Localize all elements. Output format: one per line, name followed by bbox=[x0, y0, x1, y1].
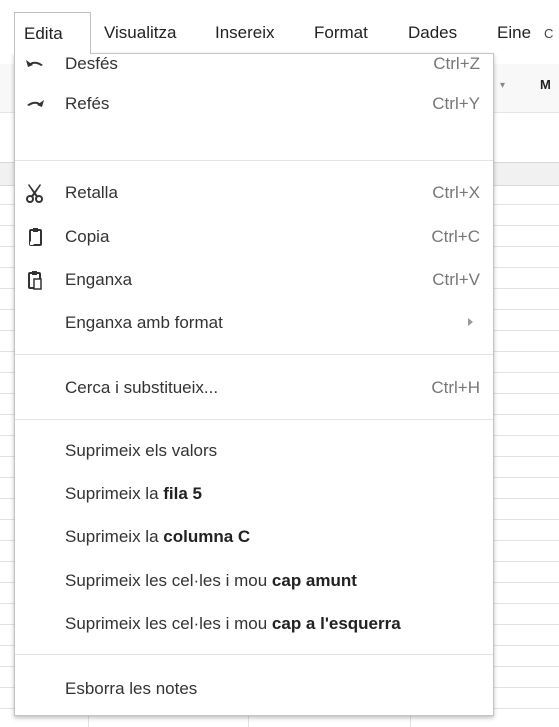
delete-cells-left-label: Suprimeix les cel·les i mou cap a l'esqu… bbox=[65, 604, 401, 644]
cut-shortcut: Ctrl+X bbox=[432, 183, 480, 202]
scissors-icon bbox=[23, 181, 47, 205]
menu-item-delete-row[interactable]: Suprimeix la fila 5 bbox=[15, 474, 493, 514]
undo-icon bbox=[23, 52, 47, 76]
find-replace-label: Cerca i substitueix... bbox=[65, 378, 219, 397]
redo-icon bbox=[23, 92, 47, 116]
menu-item-paste-with-format[interactable]: Enganxa amb format bbox=[15, 303, 493, 343]
delete-column-target: columna C bbox=[163, 527, 251, 546]
menu-eines-label: Eine bbox=[497, 23, 532, 42]
delete-column-prefix: Suprimeix la bbox=[65, 527, 164, 546]
menu-divider bbox=[15, 160, 493, 161]
paste-with-format-label: Enganxa amb format bbox=[65, 313, 223, 332]
menu-insereix-label: Insereix bbox=[215, 23, 275, 42]
menu-item-delete-cells-shift-left[interactable]: Suprimeix les cel·les i mou cap a l'esqu… bbox=[15, 604, 493, 644]
menu-visualitza-label: Visualitza bbox=[104, 23, 177, 42]
delete-row-prefix: Suprimeix la bbox=[65, 484, 164, 503]
toolbar-partial-label[interactable]: M bbox=[540, 77, 551, 92]
delete-cells-up-prefix: Suprimeix les cel·les i mou bbox=[65, 571, 272, 590]
paste-icon bbox=[23, 268, 47, 292]
edit-menu-dropdown: Desfés Ctrl+Z Refés Ctrl+Y Retalla Ctrl+… bbox=[14, 53, 494, 716]
clear-notes-label: Esborra les notes bbox=[65, 679, 198, 698]
copy-shortcut: Ctrl+C bbox=[431, 227, 480, 246]
undo-shortcut: Ctrl+Z bbox=[433, 54, 480, 73]
menu-item-delete-values[interactable]: Suprimeix els valors bbox=[15, 431, 493, 471]
menu-eines[interactable]: Eine bbox=[497, 12, 531, 54]
spreadsheet-app: ▾ M Edita Visualitza Insereix Format Dad… bbox=[0, 0, 559, 727]
menu-item-clear-notes[interactable]: Esborra les notes bbox=[15, 669, 493, 709]
menu-item-delete-cells-shift-up[interactable]: Suprimeix les cel·les i mou cap amunt bbox=[15, 561, 493, 601]
menubar-partial-item[interactable]: C bbox=[544, 26, 553, 41]
menu-item-copy[interactable]: Copia Ctrl+C bbox=[15, 217, 493, 257]
delete-cells-left-prefix: Suprimeix les cel·les i mou bbox=[65, 614, 272, 633]
menu-edita-label: Edita bbox=[24, 24, 63, 43]
delete-column-label: Suprimeix la columna C bbox=[65, 517, 250, 557]
copy-label: Copia bbox=[65, 227, 110, 246]
toolbar-dropdown-arrow[interactable]: ▾ bbox=[500, 80, 505, 91]
delete-cells-up-label: Suprimeix les cel·les i mou cap amunt bbox=[65, 561, 357, 601]
menu-item-cut[interactable]: Retalla Ctrl+X bbox=[15, 173, 493, 213]
menu-dades-label: Dades bbox=[408, 23, 458, 42]
delete-cells-up-direction: cap amunt bbox=[271, 571, 357, 590]
paste-shortcut: Ctrl+V bbox=[432, 270, 480, 289]
cut-label: Retalla bbox=[65, 183, 118, 202]
menu-item-paste[interactable]: Enganxa Ctrl+V bbox=[15, 260, 493, 300]
menu-item-delete-column[interactable]: Suprimeix la columna C bbox=[15, 517, 493, 557]
delete-row-label: Suprimeix la fila 5 bbox=[65, 474, 202, 514]
redo-shortcut: Ctrl+Y bbox=[432, 94, 480, 113]
menu-edita[interactable]: Edita bbox=[14, 12, 91, 54]
menu-item-redo[interactable]: Refés Ctrl+Y bbox=[15, 84, 493, 124]
find-replace-shortcut: Ctrl+H bbox=[431, 378, 480, 397]
menu-divider bbox=[15, 354, 493, 355]
menu-format-label: Format bbox=[314, 23, 368, 42]
menu-divider bbox=[15, 654, 493, 655]
copy-icon bbox=[23, 225, 47, 249]
paste-label: Enganxa bbox=[65, 270, 133, 289]
menu-divider bbox=[15, 419, 493, 420]
delete-row-target: fila 5 bbox=[163, 484, 203, 503]
delete-values-label: Suprimeix els valors bbox=[65, 441, 218, 460]
redo-label: Refés bbox=[65, 94, 110, 113]
submenu-arrow-icon bbox=[468, 318, 473, 326]
menu-item-find-replace[interactable]: Cerca i substitueix... Ctrl+H bbox=[15, 368, 493, 408]
delete-cells-left-direction: cap a l'esquerra bbox=[271, 614, 401, 633]
